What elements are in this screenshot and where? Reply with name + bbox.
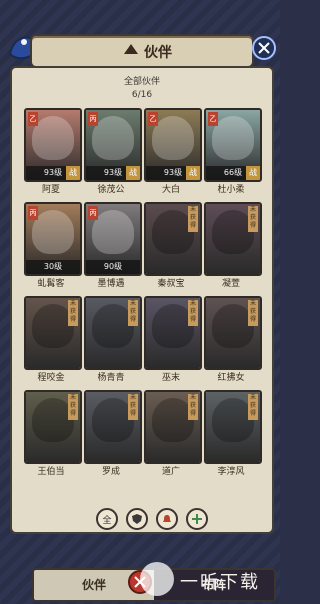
- summary-count: 6/16: [131, 90, 153, 100]
- partner-name: 凝萱: [221, 279, 240, 289]
- partner-card[interactable]: 丙 93级战: [84, 108, 142, 182]
- partner-name: 秦叔宝: [157, 279, 185, 289]
- partner-card[interactable]: 未获得: [204, 390, 262, 464]
- status-badge: 未获得: [188, 394, 198, 420]
- partner-name: 虬髯客: [37, 279, 65, 289]
- rarity-badge: 丙: [28, 206, 38, 220]
- partner-portrait: [152, 116, 194, 160]
- all-filter-icon[interactable]: 全: [96, 508, 118, 530]
- partner-card[interactable]: 乙 66级战: [204, 108, 262, 182]
- partner-card[interactable]: 未获得: [204, 202, 262, 276]
- rarity-badge: 丙: [88, 112, 98, 126]
- partner-card[interactable]: 乙 93级战: [144, 108, 202, 182]
- partner-card[interactable]: 未获得: [84, 390, 142, 464]
- rarity-badge: 乙: [208, 112, 218, 126]
- partner-name: 程咬金: [37, 373, 65, 383]
- partner-name: 王伯当: [37, 467, 65, 477]
- bell-filter-icon[interactable]: [156, 508, 178, 530]
- partner-card[interactable]: 乙 93级战: [24, 108, 82, 182]
- partner-name: 杜小柔: [217, 185, 245, 195]
- filter-row: 全: [96, 508, 208, 530]
- partners-icon: [124, 44, 138, 54]
- partner-name: 罗成: [101, 467, 120, 477]
- status-badge: 未获得: [248, 206, 258, 232]
- watermark-logo-icon: [140, 562, 174, 596]
- fight-badge: 战: [246, 166, 260, 180]
- partner-card[interactable]: 未获得: [144, 202, 202, 276]
- partner-name: 大白: [161, 185, 180, 195]
- fight-badge: 战: [186, 166, 200, 180]
- partner-card[interactable]: 未获得: [144, 296, 202, 370]
- shield-filter-icon[interactable]: [126, 508, 148, 530]
- partner-card[interactable]: 丙 90级: [84, 202, 142, 276]
- fight-badge: 战: [66, 166, 80, 180]
- page-title: 伙伴: [144, 45, 172, 61]
- partner-name: 红拂女: [217, 373, 245, 383]
- status-badge: 未获得: [188, 300, 198, 326]
- partner-name: 墨博遇: [97, 279, 125, 289]
- partner-portrait: [32, 210, 74, 254]
- partner-name: 徐茂公: [97, 185, 125, 195]
- partner-portrait: [92, 210, 134, 254]
- plus-filter-icon[interactable]: [186, 508, 208, 530]
- partner-portrait: [212, 116, 254, 160]
- partner-name: 李淳风: [217, 467, 245, 477]
- rarity-badge: 乙: [28, 112, 38, 126]
- status-badge: 未获得: [68, 300, 78, 326]
- level-label: 30级: [26, 260, 80, 274]
- partner-card[interactable]: 丙 30级: [24, 202, 82, 276]
- level-label: 90级: [86, 260, 140, 274]
- partner-name: 道广: [161, 467, 180, 477]
- header-bar: 伙伴: [30, 34, 254, 68]
- watermark-text: 一听下载: [180, 572, 260, 593]
- partner-name: 阿夏: [41, 185, 60, 195]
- status-badge: 未获得: [68, 394, 78, 420]
- partner-portrait: [32, 116, 74, 160]
- partner-card[interactable]: 未获得: [24, 390, 82, 464]
- partner-card[interactable]: 未获得: [204, 296, 262, 370]
- partners-panel: 全部伙伴 6/16 乙 93级战阿夏 丙 93级战徐茂公 乙 93级战大白 乙 66级战杜小柔…: [10, 66, 276, 602]
- status-badge: 未获得: [248, 394, 258, 420]
- partner-portrait: [92, 116, 134, 160]
- status-badge: 未获得: [248, 300, 258, 326]
- watermark: 一听下载: [136, 560, 272, 600]
- status-badge: 未获得: [128, 300, 138, 326]
- partner-card[interactable]: 未获得: [84, 296, 142, 370]
- summary-title: 全部伙伴: [123, 77, 160, 87]
- partner-card[interactable]: 未获得: [24, 296, 82, 370]
- rarity-badge: 乙: [148, 112, 158, 126]
- rarity-badge: 丙: [88, 206, 98, 220]
- status-badge: 未获得: [188, 206, 198, 232]
- fight-badge: 战: [126, 166, 140, 180]
- partner-name: 巫末: [161, 373, 180, 383]
- close-icon[interactable]: [252, 36, 276, 60]
- partner-card[interactable]: 未获得: [144, 390, 202, 464]
- partner-name: 杨青青: [97, 373, 125, 383]
- summary-box: 全部伙伴 6/16: [82, 74, 202, 104]
- status-badge: 未获得: [128, 394, 138, 420]
